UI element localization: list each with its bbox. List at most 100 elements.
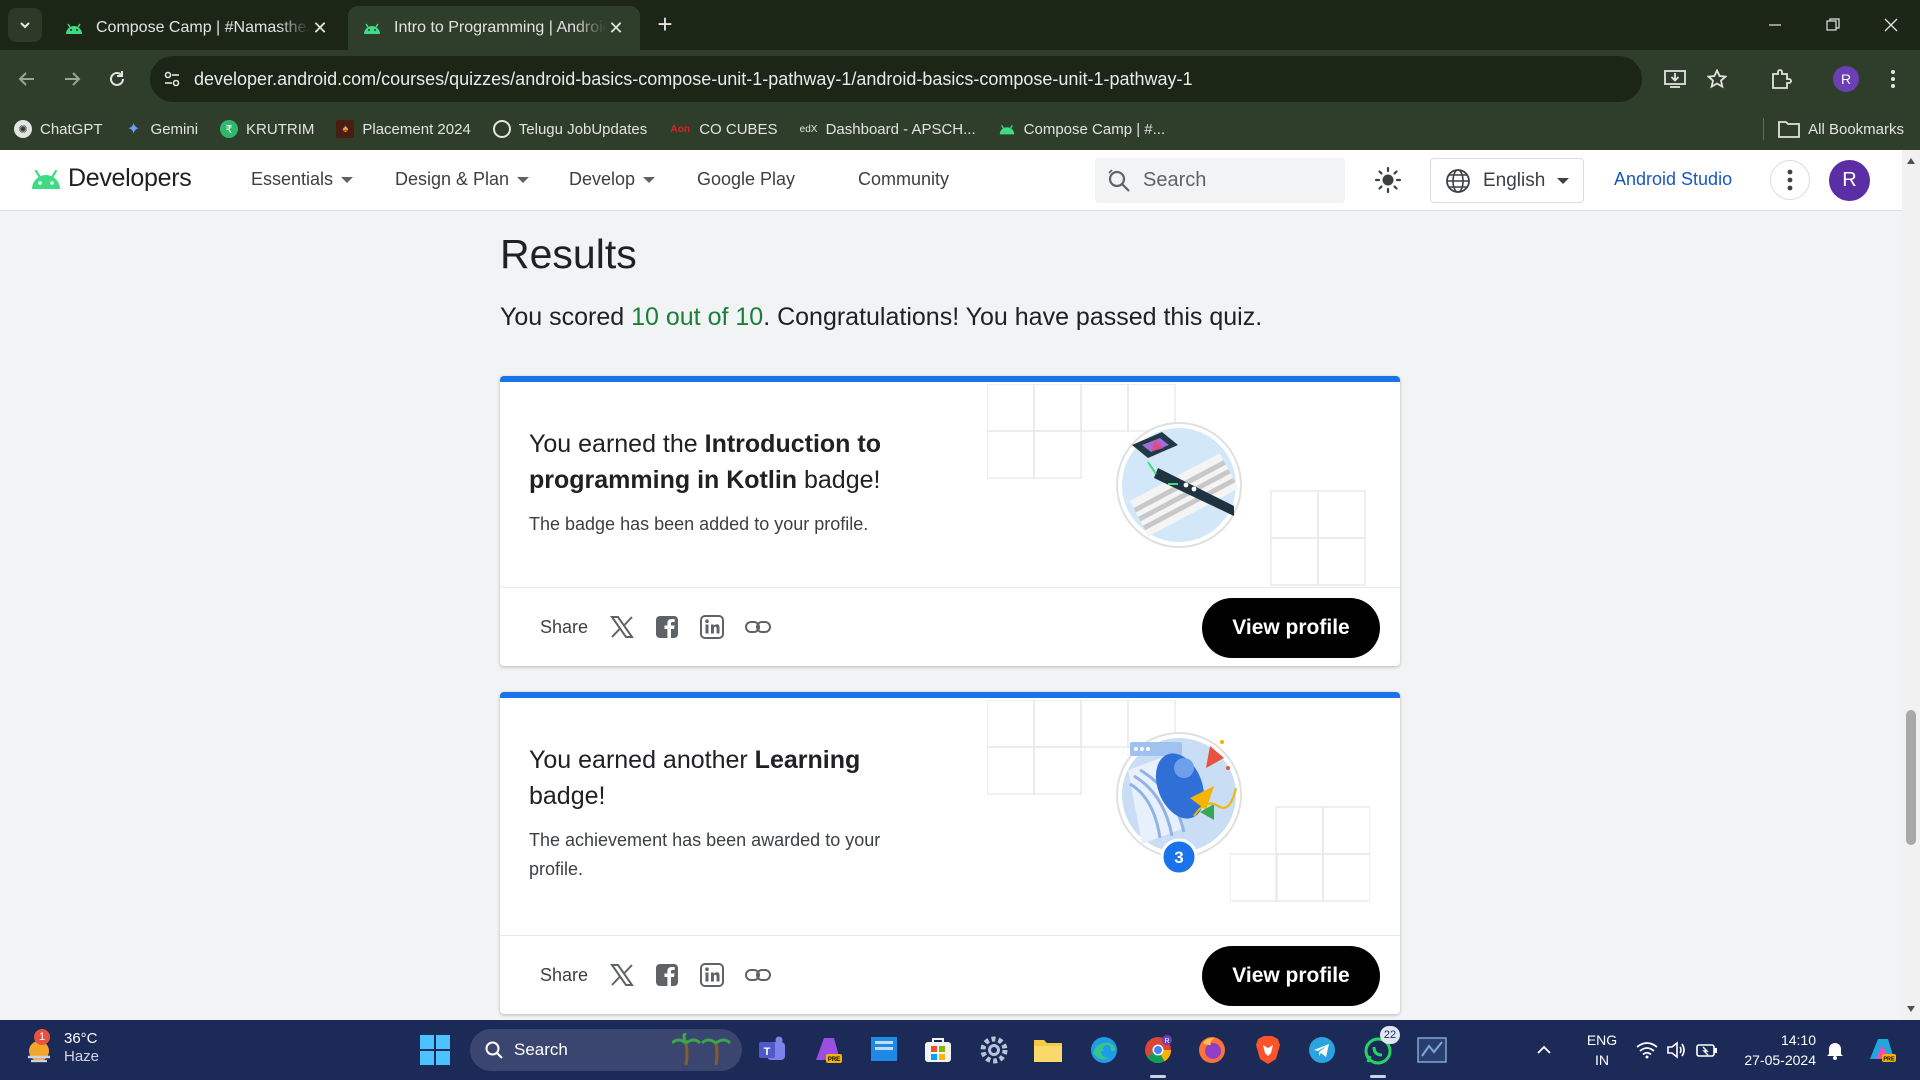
browser-tab-compose-camp[interactable]: Compose Camp | #NamastheAndroid ✕ xyxy=(50,6,344,50)
android-studio-link[interactable]: Android Studio xyxy=(1614,169,1732,190)
copilot-tray-button[interactable]: PRE xyxy=(1866,1020,1898,1080)
browser-tab-intro-programming[interactable]: Intro to Programming | Android Developer… xyxy=(348,6,640,50)
address-bar[interactable]: developer.android.com/courses/quizzes/an… xyxy=(150,56,1642,102)
network-volume-battery-group[interactable] xyxy=(1636,1020,1718,1080)
forward-button[interactable] xyxy=(55,62,89,96)
scroll-up-icon[interactable] xyxy=(1907,158,1915,164)
site-info-icon[interactable] xyxy=(150,70,194,88)
share-x-button[interactable] xyxy=(608,961,636,989)
share-facebook-button[interactable] xyxy=(653,961,681,989)
chrome-app-icon[interactable]: R xyxy=(1140,1032,1176,1078)
account-avatar[interactable]: R xyxy=(1829,160,1870,201)
microsoft-store-icon[interactable] xyxy=(920,1032,956,1068)
firefox-app-icon[interactable] xyxy=(1194,1032,1230,1068)
badge-count: 3 xyxy=(1174,848,1183,867)
search-icon xyxy=(485,1041,503,1059)
android-icon xyxy=(66,23,82,34)
nav-essentials[interactable]: Essentials xyxy=(251,169,354,190)
close-icon[interactable]: ✕ xyxy=(310,18,330,39)
theme-toggle-button[interactable] xyxy=(1370,162,1406,198)
all-bookmarks-label: All Bookmarks xyxy=(1808,120,1904,138)
results-prefix: You scored xyxy=(500,303,632,331)
scroll-down-icon[interactable] xyxy=(1907,1006,1915,1012)
view-profile-button[interactable]: View profile xyxy=(1202,598,1380,658)
view-profile-button[interactable]: View profile xyxy=(1202,946,1380,1006)
bookmark-label: Dashboard - APSCH... xyxy=(825,120,976,138)
globe-icon xyxy=(1446,168,1470,193)
taskbar-search-box[interactable]: Search xyxy=(470,1029,742,1071)
show-hidden-icons-button[interactable] xyxy=(1536,1020,1552,1080)
share-x-button[interactable] xyxy=(608,613,636,641)
minimize-button[interactable] xyxy=(1746,0,1804,50)
language-select[interactable]: English xyxy=(1430,158,1584,203)
bookmark-placement[interactable]: ♠ Placement 2024 xyxy=(336,120,471,138)
site-more-menu-button[interactable] xyxy=(1770,160,1810,200)
browser-tab-strip: Compose Camp | #NamastheAndroid ✕ Intro … xyxy=(0,0,1920,50)
more-vert-icon xyxy=(1787,169,1793,191)
bookmark-dashboard[interactable]: edX Dashboard - APSCH... xyxy=(800,120,976,138)
app-icon-terminal[interactable] xyxy=(1414,1032,1450,1068)
scrollbar-thumb[interactable] xyxy=(1906,710,1916,845)
install-app-button[interactable] xyxy=(1658,62,1692,96)
bookmarks-bar: ✺ ChatGPT ✦ Gemini ₹ KRUTRIM ♠ Placement… xyxy=(0,108,1920,150)
nav-community[interactable]: Community xyxy=(858,169,949,190)
bookmark-gemini[interactable]: ✦ Gemini xyxy=(125,120,199,139)
new-tab-button[interactable]: + xyxy=(650,10,680,40)
nav-develop[interactable]: Develop xyxy=(569,169,656,190)
site-search-input[interactable]: Search xyxy=(1095,158,1345,203)
share-facebook-button[interactable] xyxy=(653,613,681,641)
copy-link-button[interactable] xyxy=(743,961,773,989)
restore-button[interactable] xyxy=(1804,0,1862,50)
file-explorer-icon[interactable] xyxy=(1030,1032,1066,1068)
kotlin-badge-icon xyxy=(1116,422,1242,548)
gemini-icon: ✦ xyxy=(126,121,141,138)
app-icon-blue[interactable] xyxy=(866,1032,902,1068)
close-icon[interactable]: ✕ xyxy=(606,18,626,39)
bookmark-label: ChatGPT xyxy=(40,120,103,138)
reload-button[interactable] xyxy=(100,62,134,96)
whatsapp-app-icon[interactable]: 22 xyxy=(1360,1026,1400,1078)
tab-search-button[interactable] xyxy=(8,8,42,42)
tab-title: Intro to Programming | Android Developer… xyxy=(394,19,606,36)
share-linkedin-button[interactable] xyxy=(698,613,726,641)
teams-app-icon[interactable]: T xyxy=(754,1032,790,1068)
extensions-button[interactable] xyxy=(1764,62,1798,96)
brave-app-icon[interactable] xyxy=(1250,1032,1286,1068)
badge-name: Learning xyxy=(754,746,861,774)
all-bookmarks-button[interactable]: All Bookmarks xyxy=(1763,108,1904,150)
language-label: English xyxy=(1483,169,1546,191)
bookmark-krutrim[interactable]: ₹ KRUTRIM xyxy=(220,120,314,138)
share-label: Share xyxy=(540,616,589,637)
settings-app-icon[interactable] xyxy=(976,1032,1012,1068)
notifications-button[interactable] xyxy=(1826,1020,1844,1080)
nav-google-play[interactable]: Google Play xyxy=(697,169,795,190)
card-heading: You earned the Introduction to programmi… xyxy=(529,426,919,498)
edge-browser-icon[interactable] xyxy=(1086,1032,1122,1068)
copilot-app-icon[interactable]: PRE xyxy=(810,1032,846,1068)
bookmark-star-button[interactable] xyxy=(1700,62,1734,96)
page-scrollbar[interactable] xyxy=(1902,150,1920,1020)
chrome-menu-button[interactable] xyxy=(1876,62,1910,96)
windows-start-icon[interactable] xyxy=(420,1035,450,1065)
back-button[interactable] xyxy=(10,62,44,96)
system-clock[interactable]: 14:10 27-05-2024 xyxy=(1732,1030,1816,1070)
heading-suffix: badge! xyxy=(529,782,606,810)
developers-logo[interactable]: Developers xyxy=(30,164,192,193)
nav-label: Essentials xyxy=(251,169,334,189)
share-linkedin-button[interactable] xyxy=(698,961,726,989)
telegram-app-icon[interactable] xyxy=(1304,1032,1340,1068)
android-icon xyxy=(364,23,380,34)
bookmark-co-cubes[interactable]: Aon CO CUBES xyxy=(669,120,777,138)
profile-avatar[interactable]: R xyxy=(1833,66,1859,92)
nav-design-plan[interactable]: Design & Plan xyxy=(395,169,530,190)
bookmark-label: Gemini xyxy=(150,120,199,138)
input-language-indicator[interactable]: ENG IN xyxy=(1582,1030,1622,1070)
weather-widget[interactable]: 1 36°C Haze xyxy=(22,1029,99,1066)
bookmark-telugu-jobupdates[interactable]: Telugu JobUpdates xyxy=(492,120,647,138)
link-icon xyxy=(745,969,772,981)
bookmark-chatgpt[interactable]: ✺ ChatGPT xyxy=(14,120,103,138)
weather-text: 36°C Haze xyxy=(64,1030,99,1066)
copy-link-button[interactable] xyxy=(743,613,773,641)
close-window-button[interactable] xyxy=(1862,0,1920,50)
bookmark-compose-camp[interactable]: Compose Camp | #... xyxy=(998,120,1165,138)
